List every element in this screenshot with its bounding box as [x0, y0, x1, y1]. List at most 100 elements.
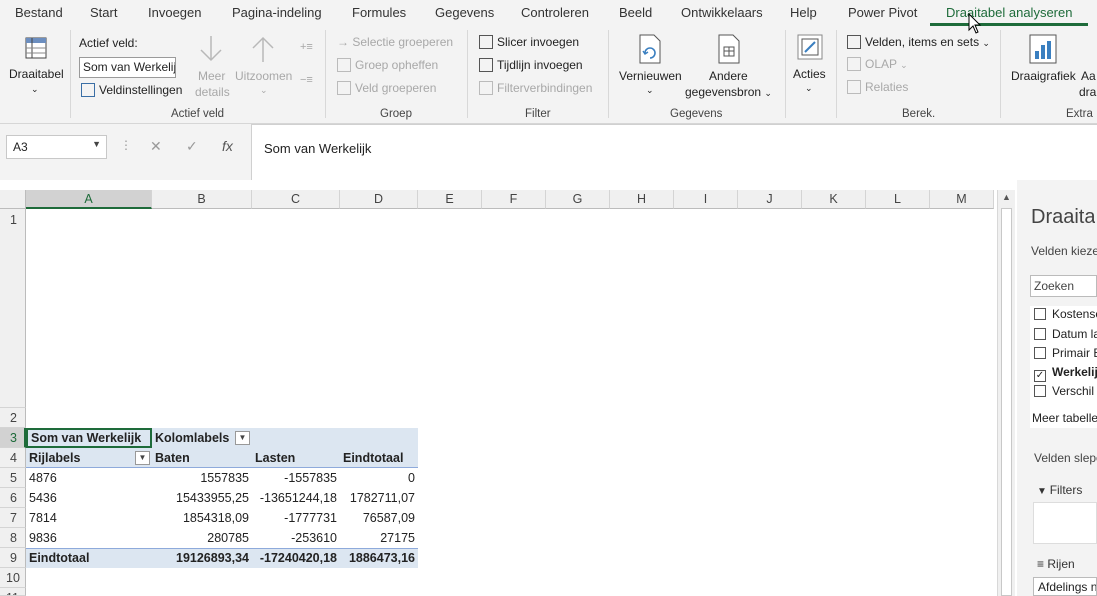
column-header[interactable]: G: [546, 190, 610, 209]
selectie-groeperen-button[interactable]: → Selectie groeperen: [337, 35, 453, 49]
meer-details-button[interactable]: Meer: [198, 69, 225, 83]
pivot-value[interactable]: -1557835: [252, 468, 340, 488]
tab-beeld[interactable]: Beeld: [619, 5, 652, 20]
field-item[interactable]: Primair E: [1034, 346, 1097, 360]
pivot-rijlabels[interactable]: Rijlabels: [26, 448, 152, 468]
chevron-down-icon[interactable]: ⌄: [646, 85, 654, 96]
relaties-button[interactable]: Relaties: [847, 80, 908, 94]
vertical-scrollbar[interactable]: ▲: [997, 190, 1015, 596]
pivot-total-value[interactable]: -17240420,18: [252, 548, 340, 568]
row-header[interactable]: 4: [0, 448, 26, 468]
pivot-value[interactable]: 280785: [152, 528, 252, 548]
spreadsheet-grid[interactable]: A B C D E F G H I J K L M 1 2 3 4 5 6 7 …: [0, 180, 1015, 596]
groep-opheffen-button[interactable]: Groep opheffen: [337, 58, 438, 72]
tab-controleren[interactable]: Controleren: [521, 5, 589, 20]
row-header[interactable]: 7: [0, 508, 26, 528]
scroll-thumb[interactable]: [1001, 208, 1012, 596]
filters-drop-area[interactable]: [1033, 502, 1097, 544]
andere-gegevensbron-button[interactable]: Andere: [709, 69, 748, 83]
tab-power-pivot[interactable]: Power Pivot: [848, 5, 917, 20]
aanbevolen-button[interactable]: Aa: [1081, 69, 1096, 83]
actief-veld-input[interactable]: Som van Werkelij: [79, 57, 176, 78]
tab-invoegen[interactable]: Invoegen: [148, 5, 202, 20]
pivot-value[interactable]: 1782711,07: [340, 488, 418, 508]
chevron-down-icon[interactable]: ⌄: [805, 83, 813, 94]
column-header[interactable]: M: [930, 190, 994, 209]
column-header[interactable]: K: [802, 190, 866, 209]
checkbox[interactable]: [1034, 328, 1046, 340]
cancel-icon[interactable]: ✕: [150, 138, 162, 155]
formula-input[interactable]: Som van Werkelijk: [251, 124, 1097, 180]
pivot-value[interactable]: 76587,09: [340, 508, 418, 528]
column-header[interactable]: L: [866, 190, 930, 209]
chevron-down-icon[interactable]: ⌄: [764, 88, 772, 98]
acties-button[interactable]: Acties: [793, 67, 826, 81]
pivot-value[interactable]: -1777731: [252, 508, 340, 528]
row-header[interactable]: 10: [0, 568, 26, 588]
field-item[interactable]: ✓ Werkelij: [1034, 365, 1097, 382]
uitzoomen-button[interactable]: Uitzoomen: [235, 69, 292, 83]
row-header[interactable]: 3: [0, 428, 26, 448]
veldinstellingen-button[interactable]: Veldinstellingen: [81, 83, 182, 97]
pivot-row-label[interactable]: 5436: [26, 488, 152, 508]
more-tables-link[interactable]: Meer tabelle: [1032, 411, 1097, 425]
name-box[interactable]: A3 ▼: [6, 135, 107, 159]
column-header[interactable]: B: [152, 190, 252, 209]
tab-pagina-indeling[interactable]: Pagina-indeling: [232, 5, 322, 20]
column-header[interactable]: A: [26, 190, 152, 209]
row-header[interactable]: 1: [0, 209, 26, 408]
draaitabel-button[interactable]: Draaitabel: [9, 67, 64, 81]
pivot-row-label[interactable]: 9836: [26, 528, 152, 548]
column-header[interactable]: F: [482, 190, 546, 209]
select-all-corner[interactable]: [0, 190, 26, 209]
veld-groeperen-button[interactable]: Veld groeperen: [337, 81, 436, 95]
filter-dropdown-icon[interactable]: ▼: [135, 451, 150, 465]
checkbox[interactable]: [1034, 347, 1046, 359]
filterverbindingen-button[interactable]: Filterverbindingen: [479, 81, 592, 95]
pivot-total-value[interactable]: 1886473,16: [340, 548, 418, 568]
pivot-col-header[interactable]: Eindtotaal: [340, 448, 418, 468]
pivot-value[interactable]: 0: [340, 468, 418, 488]
filter-dropdown-icon[interactable]: ▼: [235, 431, 250, 445]
checkbox-checked-icon[interactable]: ✓: [1034, 370, 1046, 382]
row-header[interactable]: 5: [0, 468, 26, 488]
tijdlijn-invoegen-button[interactable]: Tijdlijn invoegen: [479, 58, 583, 72]
row-header[interactable]: 11: [0, 588, 26, 596]
pivot-value[interactable]: 1854318,09: [152, 508, 252, 528]
row-header[interactable]: 9: [0, 548, 26, 568]
collapse-field-icon[interactable]: −≡: [300, 74, 313, 86]
pivot-col-header[interactable]: Lasten: [252, 448, 340, 468]
pivot-row-label[interactable]: 4876: [26, 468, 152, 488]
pivot-value[interactable]: 27175: [340, 528, 418, 548]
checkbox[interactable]: [1034, 385, 1046, 397]
column-header[interactable]: J: [738, 190, 802, 209]
chevron-down-icon[interactable]: ⌄: [31, 84, 39, 95]
slicer-invoegen-button[interactable]: Slicer invoegen: [479, 35, 579, 49]
pivot-data-field[interactable]: Som van Werkelijk: [26, 428, 152, 448]
check-icon[interactable]: ✓: [186, 138, 198, 155]
pivot-value[interactable]: 15433955,25: [152, 488, 252, 508]
row-field-item[interactable]: Afdelings n: [1033, 577, 1097, 596]
pivot-total-label[interactable]: Eindtotaal: [26, 548, 152, 568]
tab-bestand[interactable]: Bestand: [15, 5, 63, 20]
column-header[interactable]: I: [674, 190, 738, 209]
draaigrafiek-button[interactable]: Draaigrafiek: [1011, 69, 1076, 83]
tab-gegevens[interactable]: Gegevens: [435, 5, 494, 20]
fx-icon[interactable]: fx: [222, 138, 233, 154]
column-header[interactable]: D: [340, 190, 418, 209]
tab-ontwikkelaars[interactable]: Ontwikkelaars: [681, 5, 763, 20]
tab-draaitabel-analyseren[interactable]: Draaitabel analyseren: [946, 5, 1072, 20]
velden-items-sets-button[interactable]: Velden, items en sets ⌄: [847, 35, 990, 49]
vernieuwen-button[interactable]: Vernieuwen: [619, 69, 682, 83]
column-header[interactable]: E: [418, 190, 482, 209]
chevron-down-icon[interactable]: ▼: [92, 139, 101, 149]
pivot-row-label[interactable]: 7814: [26, 508, 152, 528]
column-header[interactable]: C: [252, 190, 340, 209]
scroll-up-icon[interactable]: ▲: [1002, 192, 1011, 202]
row-header[interactable]: 2: [0, 408, 26, 428]
pivot-value[interactable]: -13651244,18: [252, 488, 340, 508]
pivot-value[interactable]: 1557835: [152, 468, 252, 488]
field-item[interactable]: Kostensc: [1034, 308, 1097, 320]
pivot-value[interactable]: -253610: [252, 528, 340, 548]
tab-formules[interactable]: Formules: [352, 5, 406, 20]
